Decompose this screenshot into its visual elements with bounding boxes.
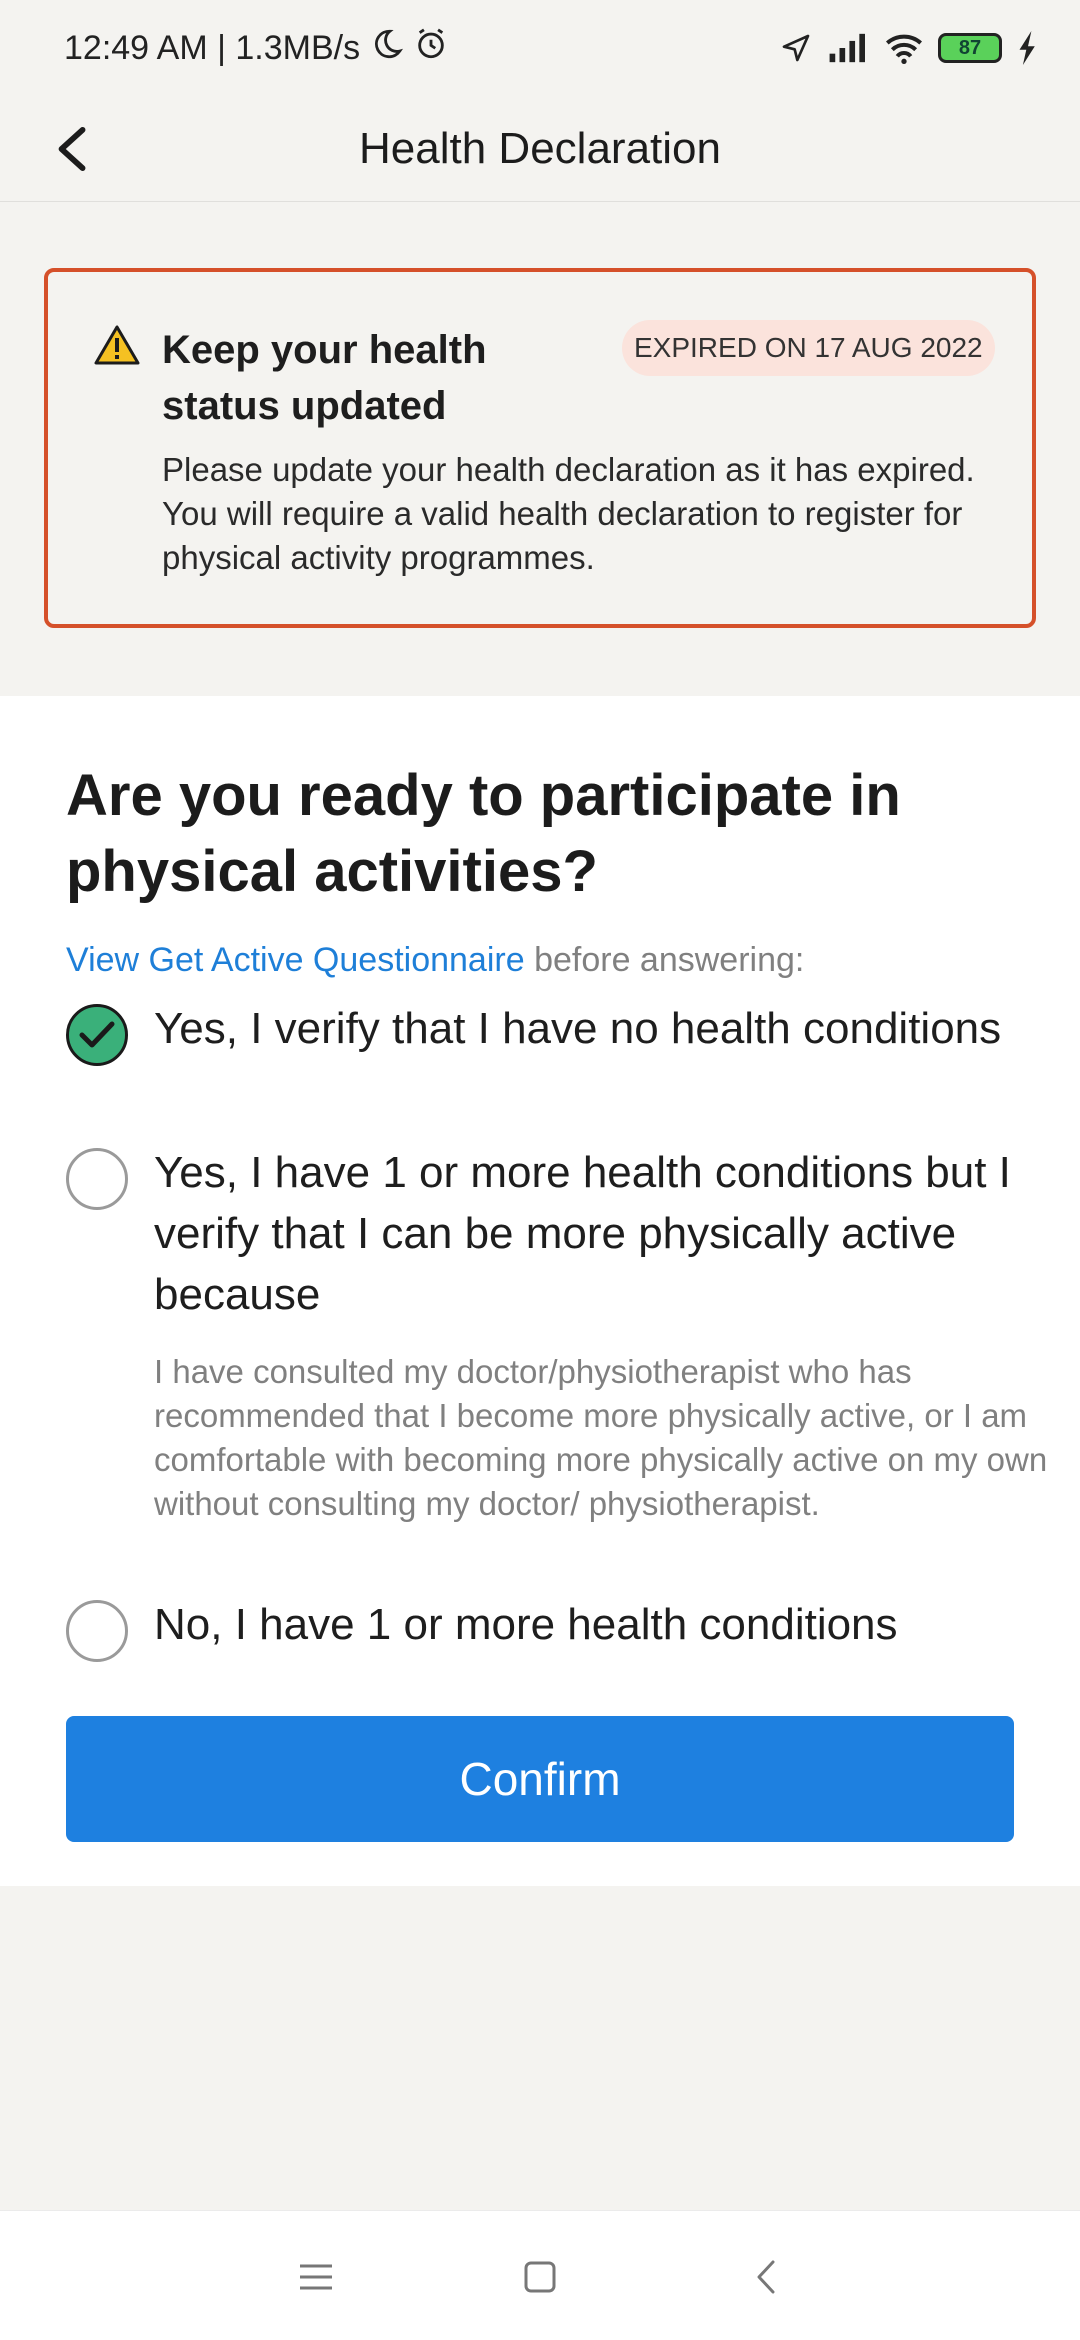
option-label: Yes, I verify that I have no health cond… <box>154 1004 1002 1053</box>
screen: 12:49 AM | 1.3MB/s 87 Health Declaration… <box>0 0 1080 2340</box>
expired-badge: EXPIRED ON 17 AUG 2022 <box>622 320 995 376</box>
back-arrow-icon <box>58 126 86 172</box>
alert-title: Keep your health status updated <box>162 328 487 428</box>
back-button[interactable] <box>40 116 106 182</box>
home-icon[interactable] <box>510 2247 570 2307</box>
alarm-icon <box>414 27 448 70</box>
status-time-speed: 12:49 AM | 1.3MB/s <box>64 28 361 67</box>
option-detail: I have consulted my doctor/physiotherapi… <box>154 1353 1048 1522</box>
status-bar: 12:49 AM | 1.3MB/s 87 <box>0 0 1080 96</box>
questionnaire-link[interactable]: View Get Active Questionnaire <box>66 941 525 979</box>
option-has-conditions-can-be-active[interactable]: Yes, I have 1 or more health conditions … <box>66 1142 1047 1572</box>
option-no-conditions[interactable]: Yes, I verify that I have no health cond… <box>66 998 1046 1128</box>
radio-checked[interactable] <box>66 1004 128 1066</box>
alert-body: Please update your health declaration as… <box>162 451 975 576</box>
confirm-button[interactable]: Confirm <box>66 1716 1014 1842</box>
system-nav-bar <box>0 2210 1080 2340</box>
moon-icon <box>370 27 404 70</box>
option-label: No, I have 1 or more health conditions <box>154 1600 898 1649</box>
hint-text: before answering: <box>524 941 805 979</box>
page-title: Health Declaration <box>359 124 721 173</box>
expiry-alert-card: Keep your health status updated EXPIRED … <box>44 268 1036 628</box>
radio-unchecked[interactable] <box>66 1148 128 1210</box>
charging-icon <box>1016 31 1040 65</box>
declaration-panel: Are you ready to participate in physical… <box>0 696 1080 1886</box>
checkmark-icon <box>79 1021 115 1048</box>
menu-icon[interactable] <box>286 2247 346 2307</box>
status-left: 12:49 AM | 1.3MB/s <box>64 27 448 70</box>
radio-unchecked[interactable] <box>66 1600 128 1662</box>
questionnaire-hint: View Get Active Questionnaire before ans… <box>66 938 1026 982</box>
status-right: 87 <box>780 31 1040 65</box>
wifi-icon <box>884 31 924 65</box>
back-nav-icon[interactable] <box>736 2247 796 2307</box>
option-label: Yes, I have 1 or more health conditions … <box>154 1148 1011 1319</box>
battery-icon: 87 <box>938 33 1002 63</box>
warning-icon <box>94 324 140 371</box>
signal-icon <box>826 31 870 65</box>
location-icon <box>780 32 812 64</box>
option-has-conditions[interactable]: No, I have 1 or more health conditions <box>66 1594 1046 1674</box>
app-bar: Health Declaration <box>0 96 1080 202</box>
question-heading: Are you ready to participate in physical… <box>66 763 901 904</box>
